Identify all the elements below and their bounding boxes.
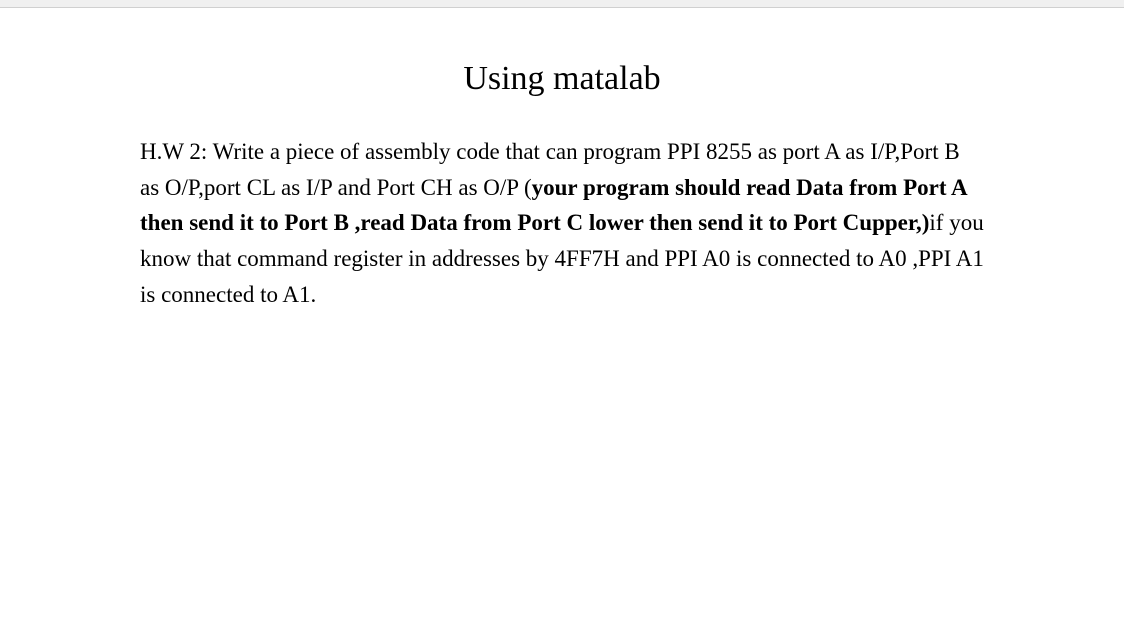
top-border [0,0,1124,8]
document-page: Using matalab H.W 2: Write a piece of as… [0,0,1124,312]
homework-paragraph: H.W 2: Write a piece of assembly code th… [140,134,984,312]
document-title: Using matalab [230,60,894,98]
